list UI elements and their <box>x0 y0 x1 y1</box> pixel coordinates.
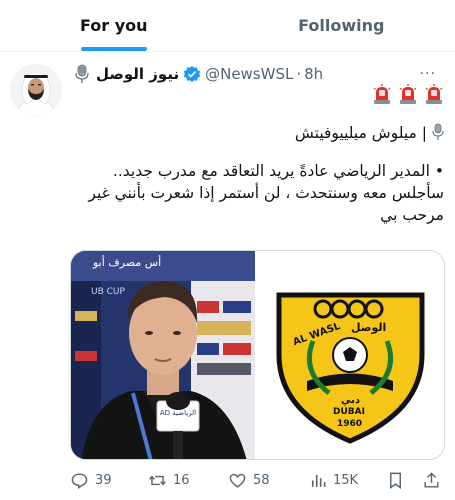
microphone-icon <box>432 123 444 140</box>
siren-icon <box>399 84 417 104</box>
view-count: 15K <box>333 472 359 488</box>
repost-count: 16 <box>173 472 190 488</box>
like-count: 58 <box>253 472 270 488</box>
active-tab-indicator <box>80 47 147 51</box>
author-name[interactable]: نيوز الوصل <box>96 65 179 83</box>
post-text-line-1: | ميلوش ميلييوفيتش <box>74 122 444 144</box>
views-icon <box>311 474 326 487</box>
siren-icon <box>373 84 391 104</box>
share-button[interactable] <box>422 471 447 490</box>
post-text-line-3: سأجلس معه وسنتحدث ، لن أستمر إذا شعرت بأ… <box>88 184 444 224</box>
views-button[interactable]: 15K <box>308 471 358 490</box>
siren-emoji-row <box>372 84 444 110</box>
post-header: نيوز الوصل @NewsWSL · 8h ··· <box>74 62 446 86</box>
microphone-icon <box>75 64 89 83</box>
like-button[interactable]: 58 <box>228 471 270 490</box>
reply-icon <box>71 472 88 489</box>
media-club-logo[interactable]: الوصل AL WASL دبي DUBAI 1960 <box>257 251 444 459</box>
verified-badge-icon <box>183 65 201 83</box>
tab-following[interactable]: Following <box>228 0 455 51</box>
post-headline: | ميلوش ميلييوفيتش <box>294 124 427 142</box>
media-banner-text: أس مصرف أبو <box>93 256 162 269</box>
club-name-ar: الوصل <box>351 321 387 334</box>
media-cup-text: UB CUP <box>91 287 125 297</box>
microphone-label: AD الرياضية <box>159 409 197 417</box>
reply-count: 39 <box>95 472 112 488</box>
avatar[interactable] <box>10 64 62 116</box>
repost-button[interactable]: 16 <box>148 471 190 490</box>
post-time[interactable]: 8h <box>304 65 323 83</box>
author-handle[interactable]: @NewsWSL <box>205 65 293 83</box>
post-media[interactable]: أس مصرف أبو UB CUP AD الرياضية الوصل AL … <box>70 250 445 460</box>
bookmark-icon <box>390 472 401 489</box>
separator-dot: · <box>296 65 302 83</box>
timeline-tabs: For you Following <box>0 0 455 52</box>
post-text-line-2: • المدير الرياضي عادةً يريد التعاقد مع م… <box>112 162 444 180</box>
club-year: 1960 <box>337 419 363 429</box>
reply-button[interactable]: 39 <box>70 471 112 490</box>
tab-following-label: Following <box>298 16 385 35</box>
like-icon <box>229 473 246 488</box>
media-photo-coach[interactable]: أس مصرف أبو UB CUP AD الرياضية <box>71 251 257 459</box>
repost-icon <box>149 474 166 486</box>
more-icon[interactable]: ··· <box>420 66 436 82</box>
tab-for-you[interactable]: For you <box>0 0 228 51</box>
club-city: DUBAI <box>333 407 365 417</box>
share-icon <box>424 471 439 488</box>
post-text: | ميلوش ميلييوفيتش • المدير الرياضي عادة… <box>74 122 444 226</box>
bookmark-button[interactable] <box>386 471 411 490</box>
siren-icon <box>425 84 443 104</box>
tab-for-you-label: For you <box>79 16 148 35</box>
post-actions: 39 16 58 15K <box>64 466 446 494</box>
club-city-ar: دبي <box>341 395 361 406</box>
